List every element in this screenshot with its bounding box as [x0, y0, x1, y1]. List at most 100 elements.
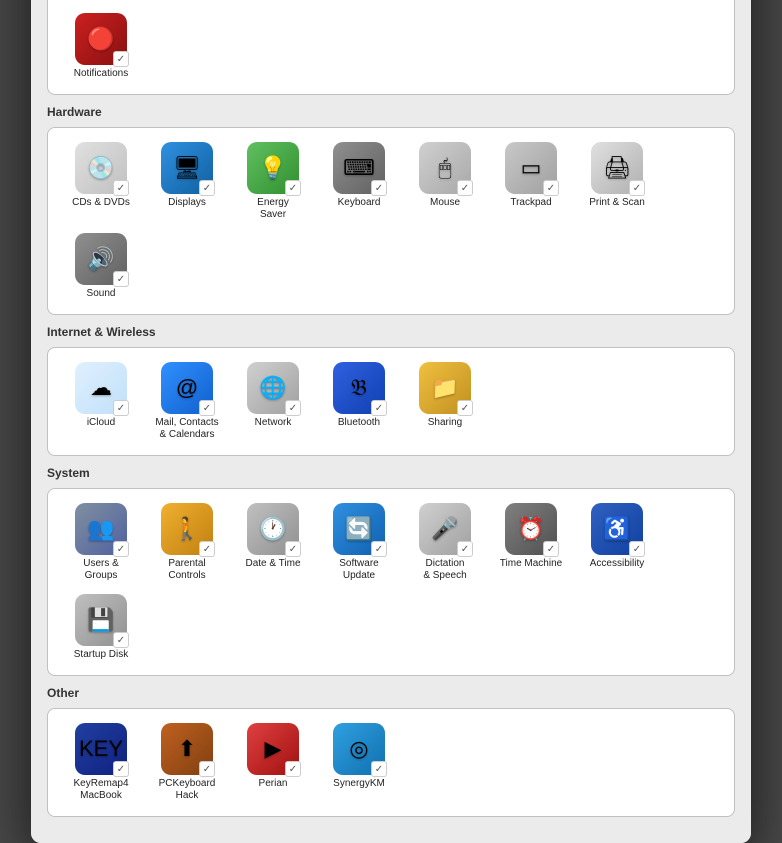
pref-label-network: Network — [255, 417, 292, 429]
pref-item-parental[interactable]: 🚶✓Parental Controls — [146, 499, 228, 586]
checkmark-mail: ✓ — [199, 400, 215, 416]
pref-label-language: Language & Text — [423, 0, 468, 1]
pref-item-dock[interactable]: 🔷✓Dock — [232, 0, 314, 5]
checkmark-bluetooth: ✓ — [371, 400, 387, 416]
checkmark-cds: ✓ — [113, 180, 129, 196]
pref-label-mail: Mail, Contacts & Calendars — [155, 417, 218, 441]
pref-icon-sound: 🔊✓ — [75, 233, 127, 285]
checkmark-access: ✓ — [629, 541, 645, 557]
pref-item-spotlight[interactable]: 🔍✓Spotlight — [576, 0, 658, 5]
pref-icon-sharing: 📁✓ — [419, 362, 471, 414]
pref-label-keyremap: KeyRemap4 MacBook — [73, 778, 128, 802]
pref-label-access: Accessibility — [590, 558, 644, 570]
pref-label-users: Users & Groups — [83, 558, 119, 582]
pref-item-keyremap[interactable]: KEY✓ KeyRemap4 MacBook — [60, 719, 142, 806]
pref-item-timemach[interactable]: ⏰✓Time Machine — [490, 499, 572, 586]
pref-item-icloud[interactable]: ☁✓iCloud — [60, 358, 142, 445]
pref-item-mail[interactable]: @✓ Mail, Contacts & Calendars — [146, 358, 228, 445]
section-label-internet: Internet & Wireless — [47, 325, 735, 339]
pref-item-sound[interactable]: 🔊✓ Sound — [60, 229, 142, 304]
checkmark-keyremap: ✓ — [113, 761, 129, 777]
pref-icon-displays: 🖥✓ — [161, 142, 213, 194]
pref-item-trackpad[interactable]: ▭✓Trackpad — [490, 138, 572, 225]
section-internet: ☁✓iCloud @✓ Mail, Contacts & Calendars 🌐✓ Ne… — [47, 347, 735, 456]
section-personal: 🗒✓General 🖼✓Desktop & Screen Saver 🔷✓Dock ⊞… — [47, 0, 735, 95]
pref-item-cds[interactable]: 💿✓CDs & DVDs — [60, 138, 142, 225]
pref-icon-dictation: 🎤✓ — [419, 503, 471, 555]
pref-label-mission: Mission Control — [342, 0, 376, 1]
pref-label-icloud: iCloud — [87, 417, 115, 429]
pref-item-sharing[interactable]: 📁✓ Sharing — [404, 358, 486, 445]
pref-item-synergy[interactable]: ◎✓ SynergyKM — [318, 719, 400, 806]
pref-label-sound: Sound — [87, 288, 116, 300]
pref-label-displays: Displays — [168, 197, 206, 209]
pref-item-desktop[interactable]: 🖼✓Desktop & Screen Saver — [146, 0, 228, 5]
pref-icon-keyremap: KEY✓ — [75, 723, 127, 775]
pref-icon-network: 🌐✓ — [247, 362, 299, 414]
icons-row-hardware: 💿✓CDs & DVDs 🖥✓ Displays 💡✓ Energy Saver ⌨✓ Ke… — [60, 138, 722, 304]
pref-item-startup[interactable]: 💾✓Startup Disk — [60, 590, 142, 665]
preferences-content: Personal🗒✓General🖼✓Desktop & Screen Save… — [31, 0, 751, 843]
pref-label-cds: CDs & DVDs — [72, 197, 130, 209]
pref-item-network[interactable]: 🌐✓ Network — [232, 358, 314, 445]
pref-icon-synergy: ◎✓ — [333, 723, 385, 775]
pref-icon-mouse: 🖱✓ — [419, 142, 471, 194]
pref-item-dictation[interactable]: 🎤✓Dictation & Speech — [404, 499, 486, 586]
checkmark-trackpad: ✓ — [543, 180, 559, 196]
pref-label-perian: Perian — [259, 778, 288, 790]
pref-icon-energy: 💡✓ — [247, 142, 299, 194]
pref-item-users[interactable]: 👥✓ Users & Groups — [60, 499, 142, 586]
pref-item-print[interactable]: 🖨✓Print & Scan — [576, 138, 658, 225]
pref-icon-datetime: 🕐✓ — [247, 503, 299, 555]
pref-label-keyboard: Keyboard — [338, 197, 381, 209]
pref-label-bluetooth: Bluetooth — [338, 417, 380, 429]
pref-icon-startup: 💾✓ — [75, 594, 127, 646]
pref-item-pckeyboard[interactable]: ⬆✓PCKeyboard Hack — [146, 719, 228, 806]
pref-icon-users: 👥✓ — [75, 503, 127, 555]
pref-item-perian[interactable]: ▶✓Perian — [232, 719, 314, 806]
section-system: 👥✓ Users & Groups 🚶✓Parental Controls 🕐✓ Dat… — [47, 488, 735, 676]
pref-item-datetime[interactable]: 🕐✓ Date & Time — [232, 499, 314, 586]
pref-icon-keyboard: ⌨✓ — [333, 142, 385, 194]
pref-item-displays[interactable]: 🖥✓ Displays — [146, 138, 228, 225]
pref-label-synergy: SynergyKM — [333, 778, 385, 790]
icons-row-other: KEY✓ KeyRemap4 MacBook ⬆✓PCKeyboard Hack▶✓… — [60, 719, 722, 806]
pref-icon-notif: 🔴✓ — [75, 13, 127, 65]
section-hardware: 💿✓CDs & DVDs 🖥✓ Displays 💡✓ Energy Saver ⌨✓ Ke… — [47, 127, 735, 315]
section-label-other: Other — [47, 686, 735, 700]
checkmark-notif: ✓ — [113, 51, 129, 67]
pref-item-bluetooth[interactable]: 𝔅✓Bluetooth — [318, 358, 400, 445]
section-label-hardware: Hardware — [47, 105, 735, 119]
pref-icon-mail: @✓ — [161, 362, 213, 414]
checkmark-datetime: ✓ — [285, 541, 301, 557]
pref-label-datetime: Date & Time — [245, 558, 300, 570]
checkmark-users: ✓ — [113, 541, 129, 557]
pref-item-access[interactable]: ♿✓ Accessibility — [576, 499, 658, 586]
pref-item-keyboard[interactable]: ⌨✓ Keyboard — [318, 138, 400, 225]
pref-item-mouse[interactable]: 🖱✓Mouse — [404, 138, 486, 225]
pref-item-notif[interactable]: 🔴✓ Notifications — [60, 9, 142, 84]
pref-item-software[interactable]: 🔄✓Software Update — [318, 499, 400, 586]
checkmark-startup: ✓ — [113, 632, 129, 648]
icons-row-personal: 🗒✓General 🖼✓Desktop & Screen Saver 🔷✓Dock ⊞… — [60, 0, 722, 84]
pref-label-parental: Parental Controls — [168, 558, 205, 582]
checkmark-pckeyboard: ✓ — [199, 761, 215, 777]
checkmark-sharing: ✓ — [457, 400, 473, 416]
pref-item-general[interactable]: 🗒✓General — [60, 0, 142, 5]
icons-row-internet: ☁✓iCloud @✓ Mail, Contacts & Calendars 🌐✓ Ne… — [60, 358, 722, 445]
checkmark-icloud: ✓ — [113, 400, 129, 416]
pref-item-energy[interactable]: 💡✓ Energy Saver — [232, 138, 314, 225]
checkmark-timemach: ✓ — [543, 541, 559, 557]
pref-item-mission[interactable]: ⊞✓Mission Control — [318, 0, 400, 5]
pref-label-desktop: Desktop & Screen Saver — [157, 0, 218, 1]
pref-item-security[interactable]: 🔒✓Security & Privacy — [490, 0, 572, 5]
checkmark-energy: ✓ — [285, 180, 301, 196]
pref-label-energy: Energy Saver — [257, 197, 289, 221]
checkmark-print: ✓ — [629, 180, 645, 196]
pref-item-language[interactable]: 🌐✓Language & Text — [404, 0, 486, 5]
pref-label-notif: Notifications — [74, 68, 128, 80]
checkmark-parental: ✓ — [199, 541, 215, 557]
pref-icon-pckeyboard: ⬆✓ — [161, 723, 213, 775]
pref-icon-access: ♿✓ — [591, 503, 643, 555]
pref-label-sharing: Sharing — [428, 417, 462, 429]
